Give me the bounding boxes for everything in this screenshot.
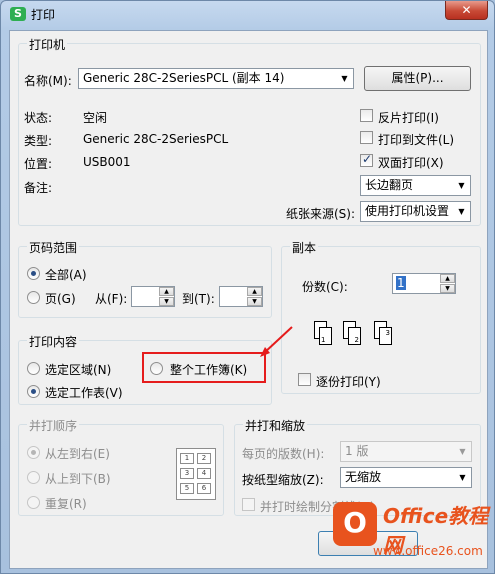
selection-radio[interactable]	[27, 362, 40, 375]
paper-source-label: 纸张来源(S):	[286, 207, 356, 221]
chevron-down-icon: ▼	[341, 74, 348, 83]
grid-cell: 4	[197, 468, 211, 479]
left-to-right-label: 从左到右(E)	[45, 447, 110, 461]
all-pages-label: 全部(A)	[45, 268, 87, 282]
top-to-bottom-radio[interactable]	[27, 471, 40, 484]
pages-radio[interactable]	[27, 291, 40, 304]
collate-label: 逐份打印(Y)	[316, 375, 381, 389]
paper-source-select[interactable]: 使用打印机设置 ▼	[360, 201, 471, 222]
draw-borders-checkbox[interactable]	[242, 498, 255, 511]
duplex-label: 双面打印(X)	[378, 156, 444, 170]
chevron-down-icon: ▼	[459, 447, 466, 456]
watermark: O Office教程网 www.office26.com	[333, 496, 493, 568]
scale-to-paper-select[interactable]: 无缩放 ▼	[340, 467, 472, 488]
red-arrow-icon	[260, 326, 293, 357]
duplex-checkbox[interactable]	[360, 152, 373, 167]
status-label: 状态:	[24, 111, 53, 125]
close-button[interactable]: ✕	[445, 1, 488, 20]
spin-down-icon[interactable]: ▼	[247, 297, 262, 306]
print-dialog: S 打印 ✕ 打印机 名称(M): Generic 28C-2SeriesPCL…	[0, 0, 495, 574]
left-to-right-radio[interactable]	[27, 446, 40, 459]
grid-cell: 5	[180, 483, 194, 494]
status-value: 空闲	[83, 111, 108, 125]
comment-label: 备注:	[24, 181, 53, 195]
pages-per-sheet-select[interactable]: 1 版 ▼	[340, 441, 472, 462]
spin-up-icon[interactable]: ▲	[159, 287, 174, 296]
grid-cell: 2	[197, 453, 211, 464]
grid-cell: 6	[197, 483, 211, 494]
all-pages-radio[interactable]	[27, 267, 40, 280]
from-label: 从(F):	[95, 292, 128, 306]
copy-page-icon: 2	[348, 327, 361, 345]
flip-select[interactable]: 长边翻页 ▼	[360, 175, 471, 196]
selected-sheets-label: 选定工作表(V)	[45, 386, 123, 400]
to-label: 到(T):	[182, 292, 215, 306]
printer-group-title: 打印机	[27, 36, 68, 53]
repeat-radio[interactable]	[27, 496, 40, 509]
repeat-label: 重复(R)	[45, 497, 87, 511]
spin-up-icon[interactable]: ▲	[440, 274, 455, 283]
collate-checkbox[interactable]	[298, 373, 311, 386]
pages-label: 页(G)	[45, 292, 76, 306]
office-logo-icon: O	[333, 502, 377, 546]
from-page-stepper[interactable]: ▲ ▼	[131, 286, 175, 307]
highlight-box	[142, 352, 266, 383]
dialog-body: 打印机 名称(M): Generic 28C-2SeriesPCL (副本 14…	[9, 30, 488, 569]
pages-per-sheet-label: 每页的版数(H):	[242, 447, 325, 461]
top-to-bottom-label: 从上到下(B)	[45, 472, 111, 486]
selection-label: 选定区域(N)	[45, 363, 112, 377]
spin-down-icon[interactable]: ▼	[159, 297, 174, 306]
printer-name-select[interactable]: Generic 28C-2SeriesPCL (副本 14) ▼	[78, 68, 354, 89]
location-label: 位置:	[24, 157, 53, 171]
print-content-group-title: 打印内容	[27, 333, 80, 350]
window-title: 打印	[31, 8, 56, 22]
grid-cell: 1	[180, 453, 194, 464]
scale-to-paper-value: 无缩放	[345, 470, 382, 484]
copies-group-title: 副本	[290, 239, 319, 256]
copies-group: 副本	[281, 239, 481, 394]
reverse-print-label: 反片打印(I)	[378, 111, 439, 125]
chevron-down-icon: ▼	[458, 207, 465, 216]
to-page-stepper[interactable]: ▲ ▼	[219, 286, 263, 307]
printer-name-label: 名称(M):	[24, 74, 72, 88]
print-to-file-label: 打印到文件(L)	[378, 133, 455, 147]
printer-name-value: Generic 28C-2SeriesPCL (副本 14)	[83, 71, 285, 85]
type-label: 类型:	[24, 134, 53, 148]
print-to-file-checkbox[interactable]	[360, 131, 373, 144]
scale-to-paper-label: 按纸型缩放(Z):	[242, 473, 324, 487]
properties-button[interactable]: 属性(P)...	[364, 66, 471, 91]
reverse-print-checkbox[interactable]	[360, 109, 373, 122]
spin-up-icon[interactable]: ▲	[247, 287, 262, 296]
type-value: Generic 28C-2SeriesPCL	[83, 132, 229, 146]
wps-app-icon: S	[10, 7, 26, 21]
selected-sheets-radio[interactable]	[27, 385, 40, 398]
watermark-site: www.office26.com	[373, 544, 483, 558]
chevron-down-icon: ▼	[459, 473, 466, 482]
copies-count-label: 份数(C):	[302, 280, 348, 294]
chevron-down-icon: ▼	[458, 181, 465, 190]
location-value: USB001	[83, 155, 131, 169]
pages-per-sheet-value: 1 版	[345, 444, 369, 458]
paper-source-value: 使用打印机设置	[365, 204, 450, 218]
grid-cell: 3	[180, 468, 194, 479]
spin-down-icon[interactable]: ▼	[440, 284, 455, 293]
print-order-preview: 1 2 3 4 5 6	[176, 448, 216, 500]
print-order-group-title: 并打顺序	[27, 417, 80, 434]
flip-value: 长边翻页	[365, 178, 414, 192]
page-range-group-title: 页码范围	[27, 239, 80, 256]
copies-count-value: 1	[396, 276, 406, 290]
combine-scale-group-title: 并打和缩放	[243, 417, 308, 434]
copy-page-icon: 1	[319, 327, 332, 345]
copy-page-icon: 3	[379, 327, 392, 345]
title-bar[interactable]: S 打印 ✕	[1, 1, 494, 27]
copies-count-stepper[interactable]: 1 ▲ ▼	[392, 273, 456, 294]
